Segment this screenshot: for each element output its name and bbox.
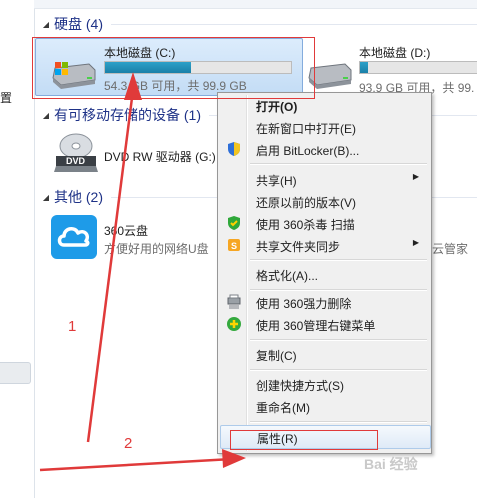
annotation-arrow-2: [39, 457, 233, 472]
annotation-step-2: 2: [124, 435, 133, 452]
annotation-arrow-1: [86, 89, 135, 443]
annotation-step-1: 1: [68, 318, 77, 335]
annotation-arrowhead-2: [222, 449, 246, 468]
annotation-arrowhead-1: [124, 72, 142, 100]
annotation-arrows: [39, 72, 246, 472]
watermark: Bai 经验: [364, 456, 418, 472]
